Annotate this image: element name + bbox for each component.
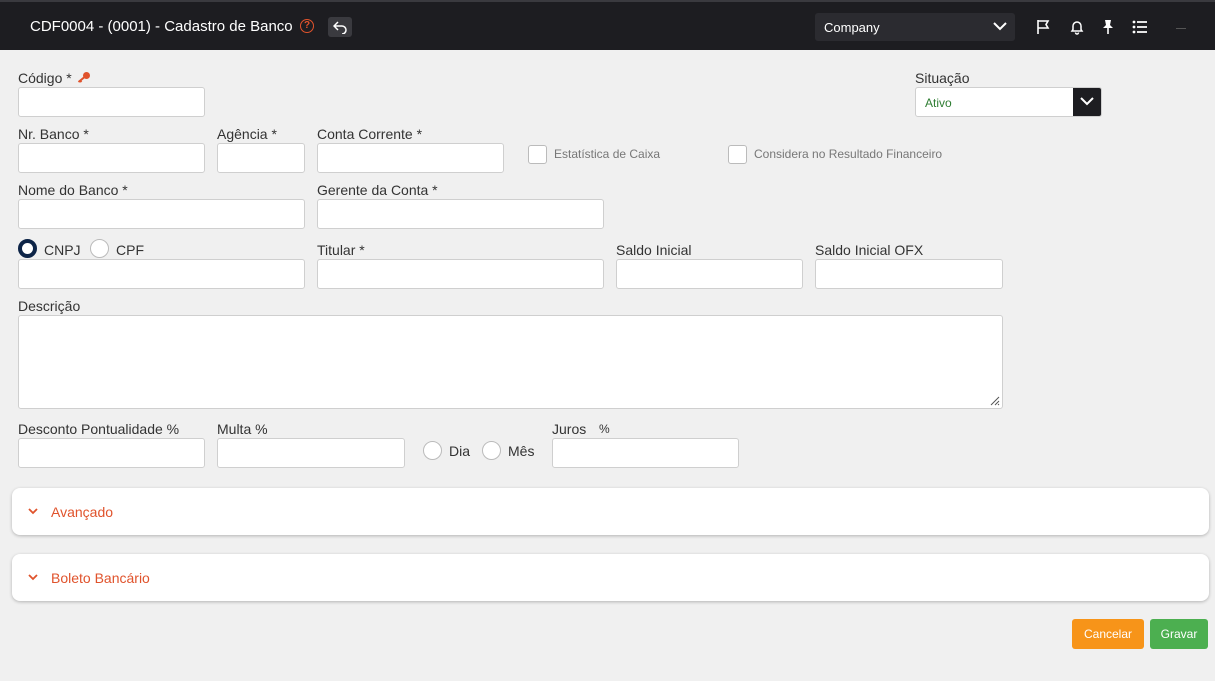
bell-icon[interactable] (1069, 19, 1085, 35)
descricao-textarea[interactable] (18, 315, 1003, 409)
back-arrow-icon (333, 21, 347, 34)
nr-banco-label: Nr. Banco * (18, 126, 89, 142)
saldo-ofx-label: Saldo Inicial OFX (815, 242, 924, 258)
cnpj-label: CNPJ (44, 242, 81, 258)
mes-label: Mês (508, 443, 535, 459)
list-icon[interactable] (1132, 19, 1148, 35)
cpf-radio[interactable] (90, 239, 109, 258)
key-icon (77, 72, 90, 83)
conta-corrente-input[interactable] (317, 143, 504, 173)
situacao-dropdown-button[interactable] (1073, 88, 1101, 116)
company-select-value: Company (824, 20, 880, 35)
situacao-select[interactable]: Ativo (915, 87, 1102, 117)
conta-corrente-label: Conta Corrente * (317, 126, 423, 142)
dia-label: Dia (449, 443, 471, 459)
chevron-down-icon (1080, 97, 1094, 106)
avancado-title: Avançado (51, 504, 114, 520)
codigo-input[interactable] (18, 87, 205, 117)
multa-input[interactable] (217, 438, 405, 468)
back-button[interactable] (328, 17, 352, 37)
juros-label: Juros (552, 421, 587, 437)
situacao-value: Ativo (925, 96, 952, 110)
avancado-panel[interactable]: Avançado (12, 488, 1209, 535)
considera-label: Considera no Resultado Financeiro (754, 147, 943, 161)
cancel-button[interactable]: Cancelar (1072, 619, 1144, 649)
nome-banco-input[interactable] (18, 199, 305, 229)
flag-icon[interactable] (1036, 19, 1052, 35)
estatistica-checkbox[interactable] (528, 145, 547, 164)
agencia-input[interactable] (217, 143, 305, 173)
nome-banco-label: Nome do Banco * (18, 182, 128, 198)
desconto-label: Desconto Pontualidade % (18, 421, 180, 437)
descricao-label: Descrição (18, 298, 81, 314)
desconto-input[interactable] (18, 438, 205, 468)
titular-input[interactable] (317, 259, 604, 289)
considera-checkbox[interactable] (728, 145, 747, 164)
multa-label: Multa % (217, 421, 268, 437)
cpf-label: CPF (116, 242, 144, 258)
saldo-inicial-label: Saldo Inicial (616, 242, 692, 258)
agencia-label: Agência * (217, 126, 277, 142)
chevron-down-icon (28, 508, 38, 515)
estatistica-label: Estatística de Caixa (554, 147, 661, 161)
help-icon[interactable]: ? (300, 19, 314, 33)
page-title: CDF0004 - (0001) - Cadastro de Banco (30, 18, 293, 35)
cnpj-input[interactable] (18, 259, 305, 289)
nr-banco-input[interactable] (18, 143, 205, 173)
save-button[interactable]: Gravar (1150, 619, 1208, 649)
codigo-label: Código * (18, 70, 72, 86)
titular-label: Titular * (317, 242, 365, 258)
gerente-input[interactable] (317, 199, 604, 229)
resize-handle-icon[interactable] (988, 394, 1000, 406)
saldo-inicial-input[interactable] (616, 259, 803, 289)
chevron-down-icon (993, 22, 1007, 31)
boleto-title: Boleto Bancário (51, 570, 150, 586)
juros-unit: % (599, 422, 610, 436)
company-select[interactable]: Company (815, 13, 1015, 41)
chevron-down-icon (28, 574, 38, 581)
boleto-panel[interactable]: Boleto Bancário (12, 554, 1209, 601)
situacao-label: Situação (915, 70, 970, 86)
top-bar: CDF0004 - (0001) - Cadastro de Banco ? C… (0, 0, 1215, 50)
pin-icon[interactable] (1101, 19, 1117, 35)
mes-radio[interactable] (482, 441, 501, 460)
saldo-ofx-input[interactable] (815, 259, 1003, 289)
minimize-control[interactable] (1176, 28, 1186, 29)
dia-radio[interactable] (423, 441, 442, 460)
juros-input[interactable] (552, 438, 739, 468)
gerente-label: Gerente da Conta * (317, 182, 438, 198)
cnpj-radio[interactable] (18, 239, 37, 258)
